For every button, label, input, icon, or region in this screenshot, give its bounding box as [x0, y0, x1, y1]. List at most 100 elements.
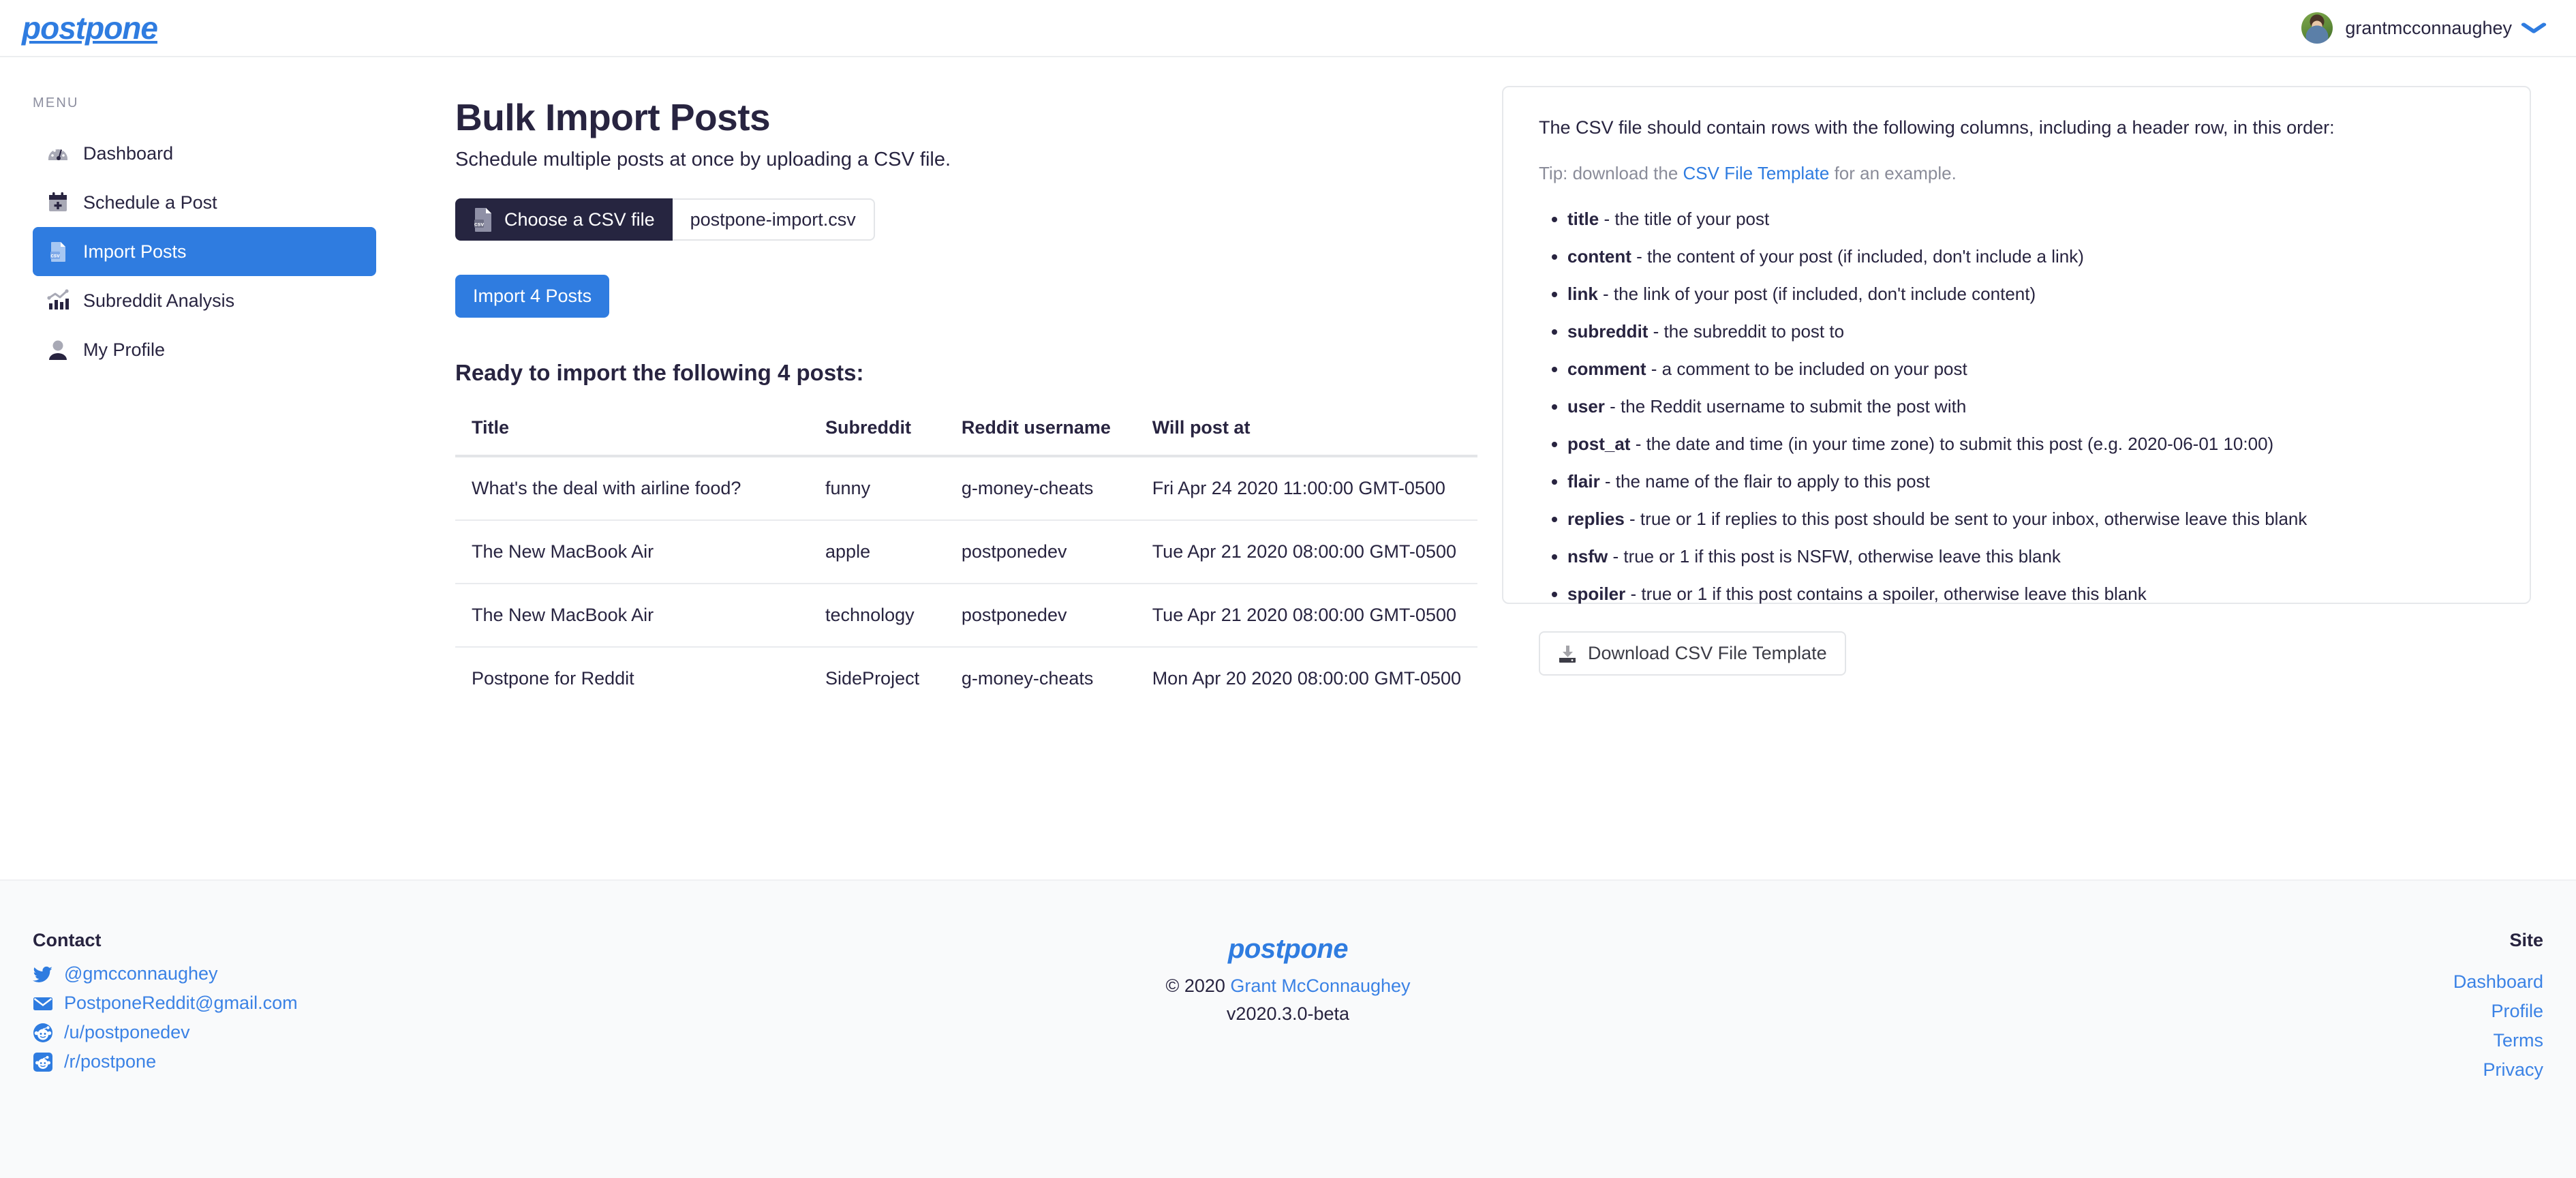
list-item: content - the content of your post (if i… [1567, 247, 2494, 265]
column-desc: - true or 1 if replies to this post shou… [1624, 509, 2307, 529]
list-item: flair - the name of the flair to apply t… [1567, 472, 2494, 490]
sidebar: MENU Dashboard Schedule a Post csv Impor… [0, 57, 409, 879]
column-desc: - the link of your post (if included, do… [1597, 284, 2036, 304]
cell-title: Postpone for Reddit [472, 668, 634, 689]
sidebar-menu-label: MENU [33, 95, 79, 110]
csv-file-icon: csv [50, 242, 65, 262]
list-item: post_at - the date and time (in your tim… [1567, 435, 2494, 453]
download-csv-template-button[interactable]: Download CSV File Template [1539, 631, 1846, 676]
csv-format-info-panel: The CSV file should contain rows with th… [1502, 86, 2531, 676]
bar-chart-icon [47, 289, 69, 309]
download-csv-template-label: Download CSV File Template [1588, 643, 1827, 663]
footer-link-label[interactable]: /u/postponedev [64, 1022, 190, 1043]
column-name: flair [1567, 471, 1600, 492]
footer-link-label[interactable]: @gmcconnaughey [64, 963, 218, 984]
envelope-icon [33, 997, 52, 1010]
selected-file-name: postpone-import.csv [672, 198, 875, 241]
column-desc: - true or 1 if this post is NSFW, otherw… [1608, 546, 2061, 567]
list-item: title - the title of your post [1567, 210, 2494, 228]
footer-version: v2020.3.0-beta [1226, 1003, 1350, 1024]
column-header-reddit-username: Reddit username [945, 417, 1136, 457]
list-item: link - the link of your post (if include… [1567, 285, 2494, 303]
sidebar-item-my-profile[interactable]: My Profile [33, 325, 376, 374]
column-name: nsfw [1567, 546, 1608, 567]
footer-copyright: © 2020 Grant McConnaughey [578, 976, 1998, 997]
reddit-circle-icon [33, 1023, 52, 1042]
sidebar-item-label: Dashboard [83, 142, 174, 164]
footer-center-column: postpone © 2020 Grant McConnaughey v2020… [578, 930, 1998, 1178]
import-posts-button[interactable]: Import 4 Posts [455, 275, 610, 318]
page-subtitle: Schedule multiple posts at once by uploa… [455, 149, 951, 170]
user-menu[interactable]: grantmcconnaughey [2301, 12, 2547, 44]
table-row: The New MacBook Air apple postponedev Tu… [455, 520, 1477, 584]
choose-csv-file-button[interactable]: csv Choose a CSV file [455, 198, 673, 241]
gauge-icon [48, 149, 67, 160]
cell-post-at: Tue Apr 21 2020 08:00:00 GMT-0500 [1135, 520, 1477, 584]
svg-text:csv: csv [50, 253, 60, 259]
top-header-bar: postpone grantmcconnaughey [0, 0, 2576, 57]
footer-contact-email[interactable]: PostponeReddit@gmail.com [33, 993, 578, 1014]
sidebar-item-label: My Profile [83, 339, 166, 360]
footer-contact-reddit-sub[interactable]: /r/postpone [33, 1051, 578, 1072]
choose-csv-file-label: Choose a CSV file [504, 209, 655, 230]
import-preview-table: Title Subreddit Reddit username Will pos… [455, 417, 1477, 710]
footer-contact-twitter[interactable]: @gmcconnaughey [33, 963, 578, 984]
cell-username: g-money-cheats [961, 668, 1094, 689]
copyright-prefix: © 2020 [1165, 976, 1231, 996]
footer-contact-column: Contact @gmcconnaughey PostponeReddit@gm… [33, 930, 578, 1178]
footer-contact-reddit-user[interactable]: /u/postponedev [33, 1022, 578, 1043]
table-row: What's the deal with airline food? funny… [455, 456, 1477, 521]
footer-site-link-terms[interactable]: Terms [2494, 1030, 2544, 1051]
main-content: Bulk Import Posts Schedule multiple post… [409, 57, 2576, 879]
site-footer: Contact @gmcconnaughey PostponeReddit@gm… [0, 879, 2576, 1178]
column-header-will-post-at: Will post at [1135, 417, 1477, 457]
csv-columns-list: title - the title of your post content -… [1539, 210, 2494, 603]
list-item: subreddit - the subreddit to post to [1567, 322, 2494, 340]
sidebar-item-subreddit-analysis[interactable]: Subreddit Analysis [33, 276, 376, 325]
chevron-down-icon[interactable] [2521, 22, 2547, 34]
column-name: subreddit [1567, 321, 1649, 342]
cell-subreddit: technology [809, 584, 945, 648]
footer-contact-heading: Contact [33, 930, 102, 950]
sidebar-item-label: Subreddit Analysis [83, 290, 235, 311]
brand-logo[interactable]: postpone [22, 12, 158, 44]
cell-post-at: Tue Apr 21 2020 08:00:00 GMT-0500 [1135, 584, 1477, 648]
cell-username: postponedev [945, 584, 1136, 648]
svg-text:csv: csv [474, 221, 484, 228]
sidebar-item-label: Import Posts [83, 241, 187, 262]
cell-post-at: Fri Apr 24 2020 11:00:00 GMT-0500 [1135, 456, 1477, 521]
footer-site-link-profile[interactable]: Profile [2491, 1001, 2543, 1022]
csv-file-template-link[interactable]: CSV File Template [1683, 163, 1830, 183]
column-desc: - the name of the flair to apply to this… [1599, 471, 1930, 492]
username-label: grantmcconnaughey [2345, 17, 2512, 38]
sidebar-item-dashboard[interactable]: Dashboard [33, 129, 376, 178]
table-row: Postpone for Reddit SideProject g-money-… [455, 647, 1477, 710]
column-header-title: Title [455, 417, 810, 457]
reddit-square-icon [33, 1052, 52, 1072]
sidebar-item-schedule-a-post[interactable]: Schedule a Post [33, 178, 376, 227]
tip-prefix: Tip: download the [1539, 163, 1683, 183]
footer-site-column: Site Dashboard Profile Terms Privacy [1998, 930, 2543, 1178]
column-desc: - the Reddit username to submit the post… [1604, 396, 1967, 417]
column-desc: - the subreddit to post to [1648, 321, 1845, 342]
cell-subreddit: funny [809, 456, 945, 521]
column-name: title [1567, 209, 1599, 229]
footer-link-label[interactable]: /r/postpone [64, 1051, 156, 1072]
sidebar-item-label: Schedule a Post [83, 192, 217, 213]
column-name: replies [1567, 509, 1625, 529]
column-desc: - the date and time (in your time zone) … [1630, 434, 2274, 454]
column-name: comment [1567, 359, 1646, 379]
footer-link-label[interactable]: PostponeReddit@gmail.com [64, 993, 298, 1014]
calendar-plus-icon [49, 192, 67, 211]
footer-site-link-dashboard[interactable]: Dashboard [2453, 971, 2543, 993]
column-name: content [1567, 246, 1631, 267]
column-desc: - true or 1 if this post contains a spoi… [1625, 584, 2147, 604]
column-name: post_at [1567, 434, 1631, 454]
sidebar-item-import-posts[interactable]: csv Import Posts [33, 227, 376, 276]
footer-site-heading: Site [2509, 930, 2543, 950]
footer-author-link[interactable]: Grant McConnaughey [1230, 976, 1410, 996]
list-item: nsfw - true or 1 if this post is NSFW, o… [1567, 547, 2494, 565]
cell-subreddit: apple [809, 520, 945, 584]
cell-subreddit: SideProject [825, 668, 920, 689]
footer-site-link-privacy[interactable]: Privacy [2483, 1059, 2543, 1081]
